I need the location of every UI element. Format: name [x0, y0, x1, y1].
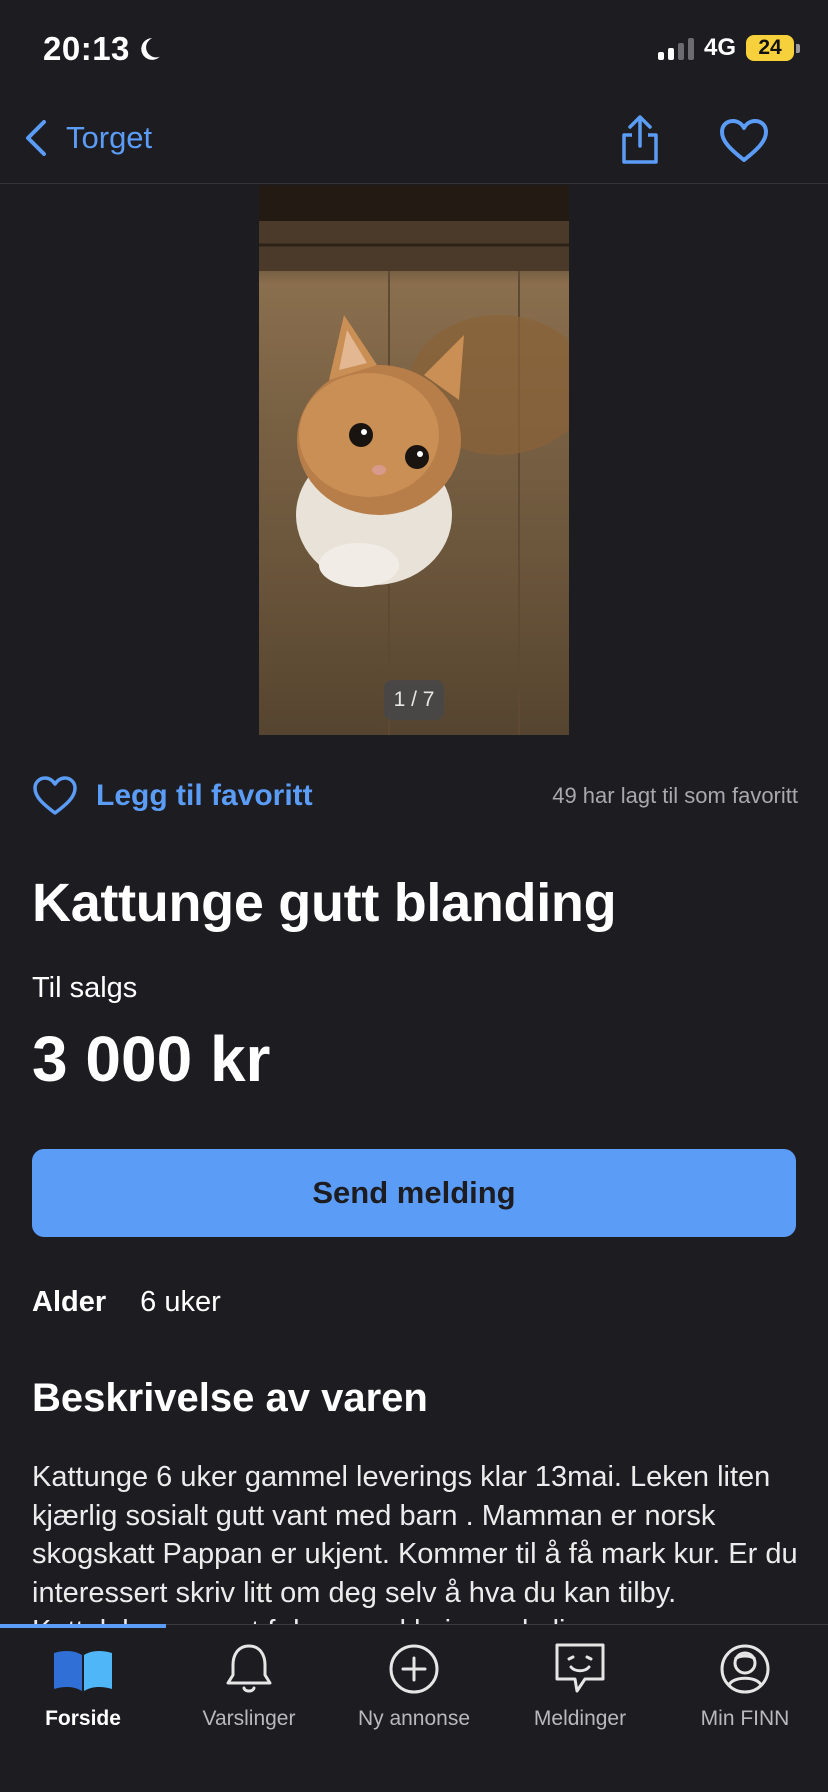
heart-icon[interactable]	[718, 118, 770, 164]
battery-level: 24	[758, 36, 782, 59]
tab-label: Forside	[45, 1707, 121, 1730]
send-message-button[interactable]: Send melding	[32, 1149, 796, 1237]
status-time: 20:13	[43, 30, 162, 68]
network-type: 4G	[703, 34, 736, 61]
chat-icon	[555, 1643, 605, 1693]
bell-icon	[226, 1644, 272, 1693]
tab-varslinger[interactable]: Varslinger	[166, 1641, 332, 1741]
image-gallery[interactable]: 1 / 7	[0, 185, 828, 735]
age-label: Alder	[32, 1286, 107, 1318]
add-favorite-button[interactable]: Legg til favoritt	[32, 775, 313, 817]
add-favorite-label: Legg til favoritt	[96, 779, 313, 812]
user-circle-icon	[720, 1644, 770, 1694]
kitten-image	[259, 185, 569, 735]
age-value: 6 uker	[140, 1286, 221, 1318]
tab-forside[interactable]: Forside	[0, 1641, 166, 1741]
clock-text: 20:13	[43, 30, 130, 67]
plus-circle-icon	[389, 1644, 439, 1694]
favorite-row: Legg til favoritt 49 har lagt til som fa…	[32, 770, 798, 822]
scroll-indicator	[0, 1624, 166, 1628]
tab-label: Min FINN	[700, 1707, 790, 1730]
favorite-count: 49 har lagt til som favoritt	[552, 783, 798, 808]
chevron-left-icon	[26, 120, 46, 156]
book-icon	[54, 1650, 112, 1691]
tab-label: Meldinger	[533, 1707, 627, 1730]
nav-bar: Torget	[0, 100, 828, 184]
tab-min-finn[interactable]: Min FINN	[662, 1641, 828, 1741]
heart-icon	[33, 776, 77, 815]
tab-label: Ny annonse	[357, 1707, 471, 1730]
photo-counter: 1 / 7	[384, 680, 444, 720]
signal-icon	[657, 36, 694, 60]
listing-photo[interactable]	[259, 185, 569, 735]
age-row: Alder 6 uker	[32, 1286, 221, 1319]
moon-icon	[141, 38, 160, 60]
status-indicators: 4G 24	[657, 34, 800, 62]
share-icon[interactable]	[616, 114, 664, 166]
battery-icon: 24	[746, 35, 800, 61]
tab-bar: Forside Varslinger Ny annonse Meldinger …	[0, 1624, 828, 1792]
description-heading: Beskrivelse av varen	[32, 1376, 428, 1420]
back-label: Torget	[66, 120, 153, 155]
back-button[interactable]: Torget	[22, 118, 152, 158]
sale-type: Til salgs	[32, 972, 138, 1004]
tab-label: Varslinger	[202, 1707, 296, 1730]
status-bar: 20:13 4G 24	[0, 0, 828, 100]
description-text: Kattunge 6 uker gammel leverings klar 13…	[32, 1461, 798, 1647]
listing-price: 3 000 kr	[32, 1023, 271, 1095]
tab-meldinger[interactable]: Meldinger	[497, 1641, 663, 1741]
tab-ny-annonse[interactable]: Ny annonse	[331, 1641, 497, 1741]
listing-title: Kattunge gutt blanding	[32, 873, 617, 933]
